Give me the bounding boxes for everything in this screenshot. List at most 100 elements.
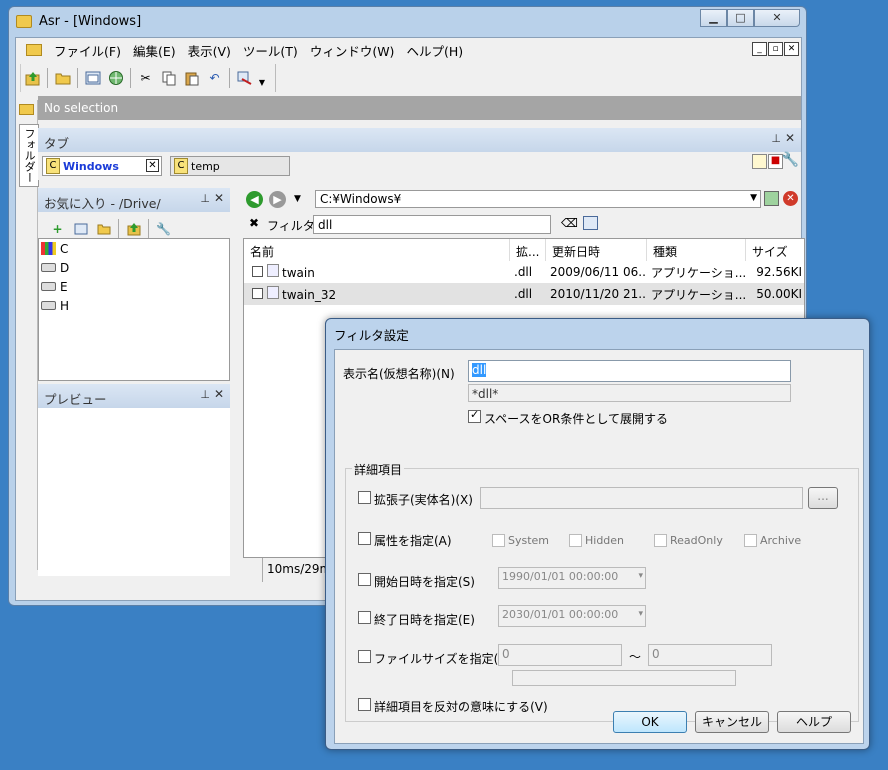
table-row[interactable]: twain_32 .dll 2010/11/20 21... アプリケーショ..… (244, 283, 804, 305)
drive-label: H (60, 298, 70, 313)
pin-icon[interactable]: ⊥ (200, 388, 210, 401)
column-type[interactable]: 種類 (647, 239, 746, 261)
space-or-checkbox[interactable] (468, 408, 481, 423)
readonly-checkbox[interactable] (654, 534, 667, 547)
size-checkbox[interactable] (358, 650, 371, 663)
cut-icon[interactable]: ✂ (136, 69, 155, 88)
pattern-preview: *dll* (468, 384, 791, 402)
list-item[interactable]: C (39, 239, 229, 258)
mdi-close-button[interactable]: ✕ (784, 42, 799, 56)
open-folder-icon[interactable] (53, 69, 72, 88)
column-size[interactable]: サイズ (746, 239, 804, 261)
add-favorite-icon[interactable]: + (48, 220, 67, 239)
folder-side-tab[interactable]: フォルダー (19, 124, 39, 187)
menu-help[interactable]: ヘルプ(H) (400, 41, 469, 60)
minimize-button[interactable]: ▁ (700, 9, 727, 27)
copy-icon[interactable] (159, 69, 178, 88)
favorites-list: C D E H (38, 238, 230, 381)
eraser-icon[interactable]: ⌫ (561, 216, 578, 230)
start-date-checkbox[interactable] (358, 573, 371, 586)
stop-icon[interactable]: ✕ (783, 191, 798, 206)
pin-icon[interactable]: ⊥ (771, 132, 781, 145)
filter-input[interactable]: dll (313, 215, 551, 234)
close-icon[interactable]: ✕ (785, 131, 795, 145)
history-dropdown-icon[interactable]: ▼ (294, 194, 301, 204)
address-dropdown-icon[interactable]: ▼ (750, 193, 757, 203)
mdi-restore-button[interactable]: ▫ (768, 42, 783, 56)
row-checkbox[interactable] (252, 288, 263, 299)
size-preview (512, 670, 736, 686)
close-icon[interactable]: ✕ (214, 387, 224, 401)
up-folder-icon[interactable] (23, 69, 42, 88)
preview-area (38, 408, 230, 576)
browse-button[interactable]: ... (808, 487, 838, 509)
filter-settings-icon[interactable] (583, 216, 598, 230)
end-date-checkbox[interactable] (358, 611, 371, 624)
new-item-icon[interactable] (71, 220, 90, 239)
list-item[interactable]: E (39, 277, 229, 296)
settings-wrench-icon[interactable]: 🔧 (782, 152, 799, 168)
help-button[interactable]: ヘルプ (777, 711, 851, 733)
new-folder-icon[interactable] (94, 220, 113, 239)
filter-clear-icon[interactable]: ✖ (249, 216, 259, 230)
column-name[interactable]: 名前 (244, 239, 510, 261)
file-type: アプリケーショ... (651, 287, 746, 302)
start-date-picker[interactable]: 1990/01/01 00:00:00 ▾ (498, 567, 646, 589)
column-modified[interactable]: 更新日時 (546, 239, 647, 261)
menu-edit[interactable]: 編集(E) (127, 41, 182, 60)
size-to-input[interactable]: 0 (648, 644, 772, 666)
address-input[interactable]: C:¥Windows¥ ▼ (315, 190, 761, 208)
hidden-checkbox[interactable] (569, 534, 582, 547)
maximize-button[interactable]: □ (727, 9, 754, 27)
system-checkbox[interactable] (492, 534, 505, 547)
up-folder-icon[interactable] (124, 220, 143, 239)
menu-tools[interactable]: ツール(T) (237, 41, 304, 60)
close-icon[interactable]: ✕ (214, 191, 224, 205)
ok-button[interactable]: OK (613, 711, 687, 733)
pin-icon[interactable]: ⊥ (200, 192, 210, 205)
undo-icon[interactable]: ↶ (205, 69, 224, 88)
menu-file[interactable]: ファイル(F) (48, 41, 127, 60)
toolbar-separator (130, 68, 131, 88)
new-tab-icon[interactable] (752, 154, 767, 169)
mdi-minimize-button[interactable]: _ (752, 42, 767, 56)
preview-title: プレビュー (44, 392, 107, 407)
list-item[interactable]: H (39, 296, 229, 315)
tab-close-icon[interactable]: ✕ (146, 159, 159, 172)
size-from-input[interactable]: 0 (498, 644, 622, 666)
dropdown-arrow-icon[interactable]: ▼ (258, 73, 266, 92)
title-bar[interactable]: Asr - [Windows] ▁ □ ✕ (9, 7, 806, 37)
menu-view[interactable]: 表示(V) (182, 41, 237, 60)
tabs-row: C Windows ✕ C temp ■ 🔧 (38, 152, 801, 180)
tools-icon[interactable]: 🔧 (154, 220, 173, 239)
toolbar: ✂ ↶ ▼ (20, 64, 276, 92)
attr-checkbox[interactable] (358, 532, 371, 545)
ext-input[interactable] (480, 487, 803, 509)
tab-windows[interactable]: C Windows ✕ (42, 156, 162, 176)
back-icon[interactable]: ◀ (246, 190, 263, 208)
ext-checkbox[interactable] (358, 491, 371, 504)
view-window-icon[interactable] (83, 69, 102, 88)
paste-icon[interactable] (182, 69, 201, 88)
tab-temp[interactable]: C temp (170, 156, 290, 176)
list-item[interactable]: D (39, 258, 229, 277)
end-date-picker[interactable]: 2030/01/01 00:00:00 ▾ (498, 605, 646, 627)
menu-window[interactable]: ウィンドウ(W) (304, 41, 401, 60)
archive-checkbox[interactable] (744, 534, 757, 547)
column-ext[interactable]: 拡... (510, 239, 546, 261)
sync-icon[interactable] (235, 69, 254, 88)
file-date: 2009/06/11 06... (550, 265, 647, 279)
close-button[interactable]: ✕ (754, 9, 800, 27)
globe-icon[interactable] (106, 69, 125, 88)
menu-folder-icon[interactable] (26, 44, 42, 56)
refresh-icon[interactable] (764, 191, 779, 206)
row-checkbox[interactable] (252, 266, 263, 277)
forward-icon[interactable]: ▶ (269, 190, 286, 208)
calendar-dropdown-icon[interactable]: ▾ (638, 571, 643, 581)
detail-groupbox: 詳細項目 拡張子(実体名)(X) ... 属性を指定(A) System Hid… (345, 461, 859, 722)
calendar-dropdown-icon[interactable]: ▾ (638, 609, 643, 619)
table-row[interactable]: twain .dll 2009/06/11 06... アプリケーショ... 9… (244, 261, 804, 283)
invert-checkbox[interactable] (358, 698, 371, 711)
cancel-button[interactable]: キャンセル (695, 711, 769, 733)
display-name-input[interactable]: dll (468, 360, 791, 382)
